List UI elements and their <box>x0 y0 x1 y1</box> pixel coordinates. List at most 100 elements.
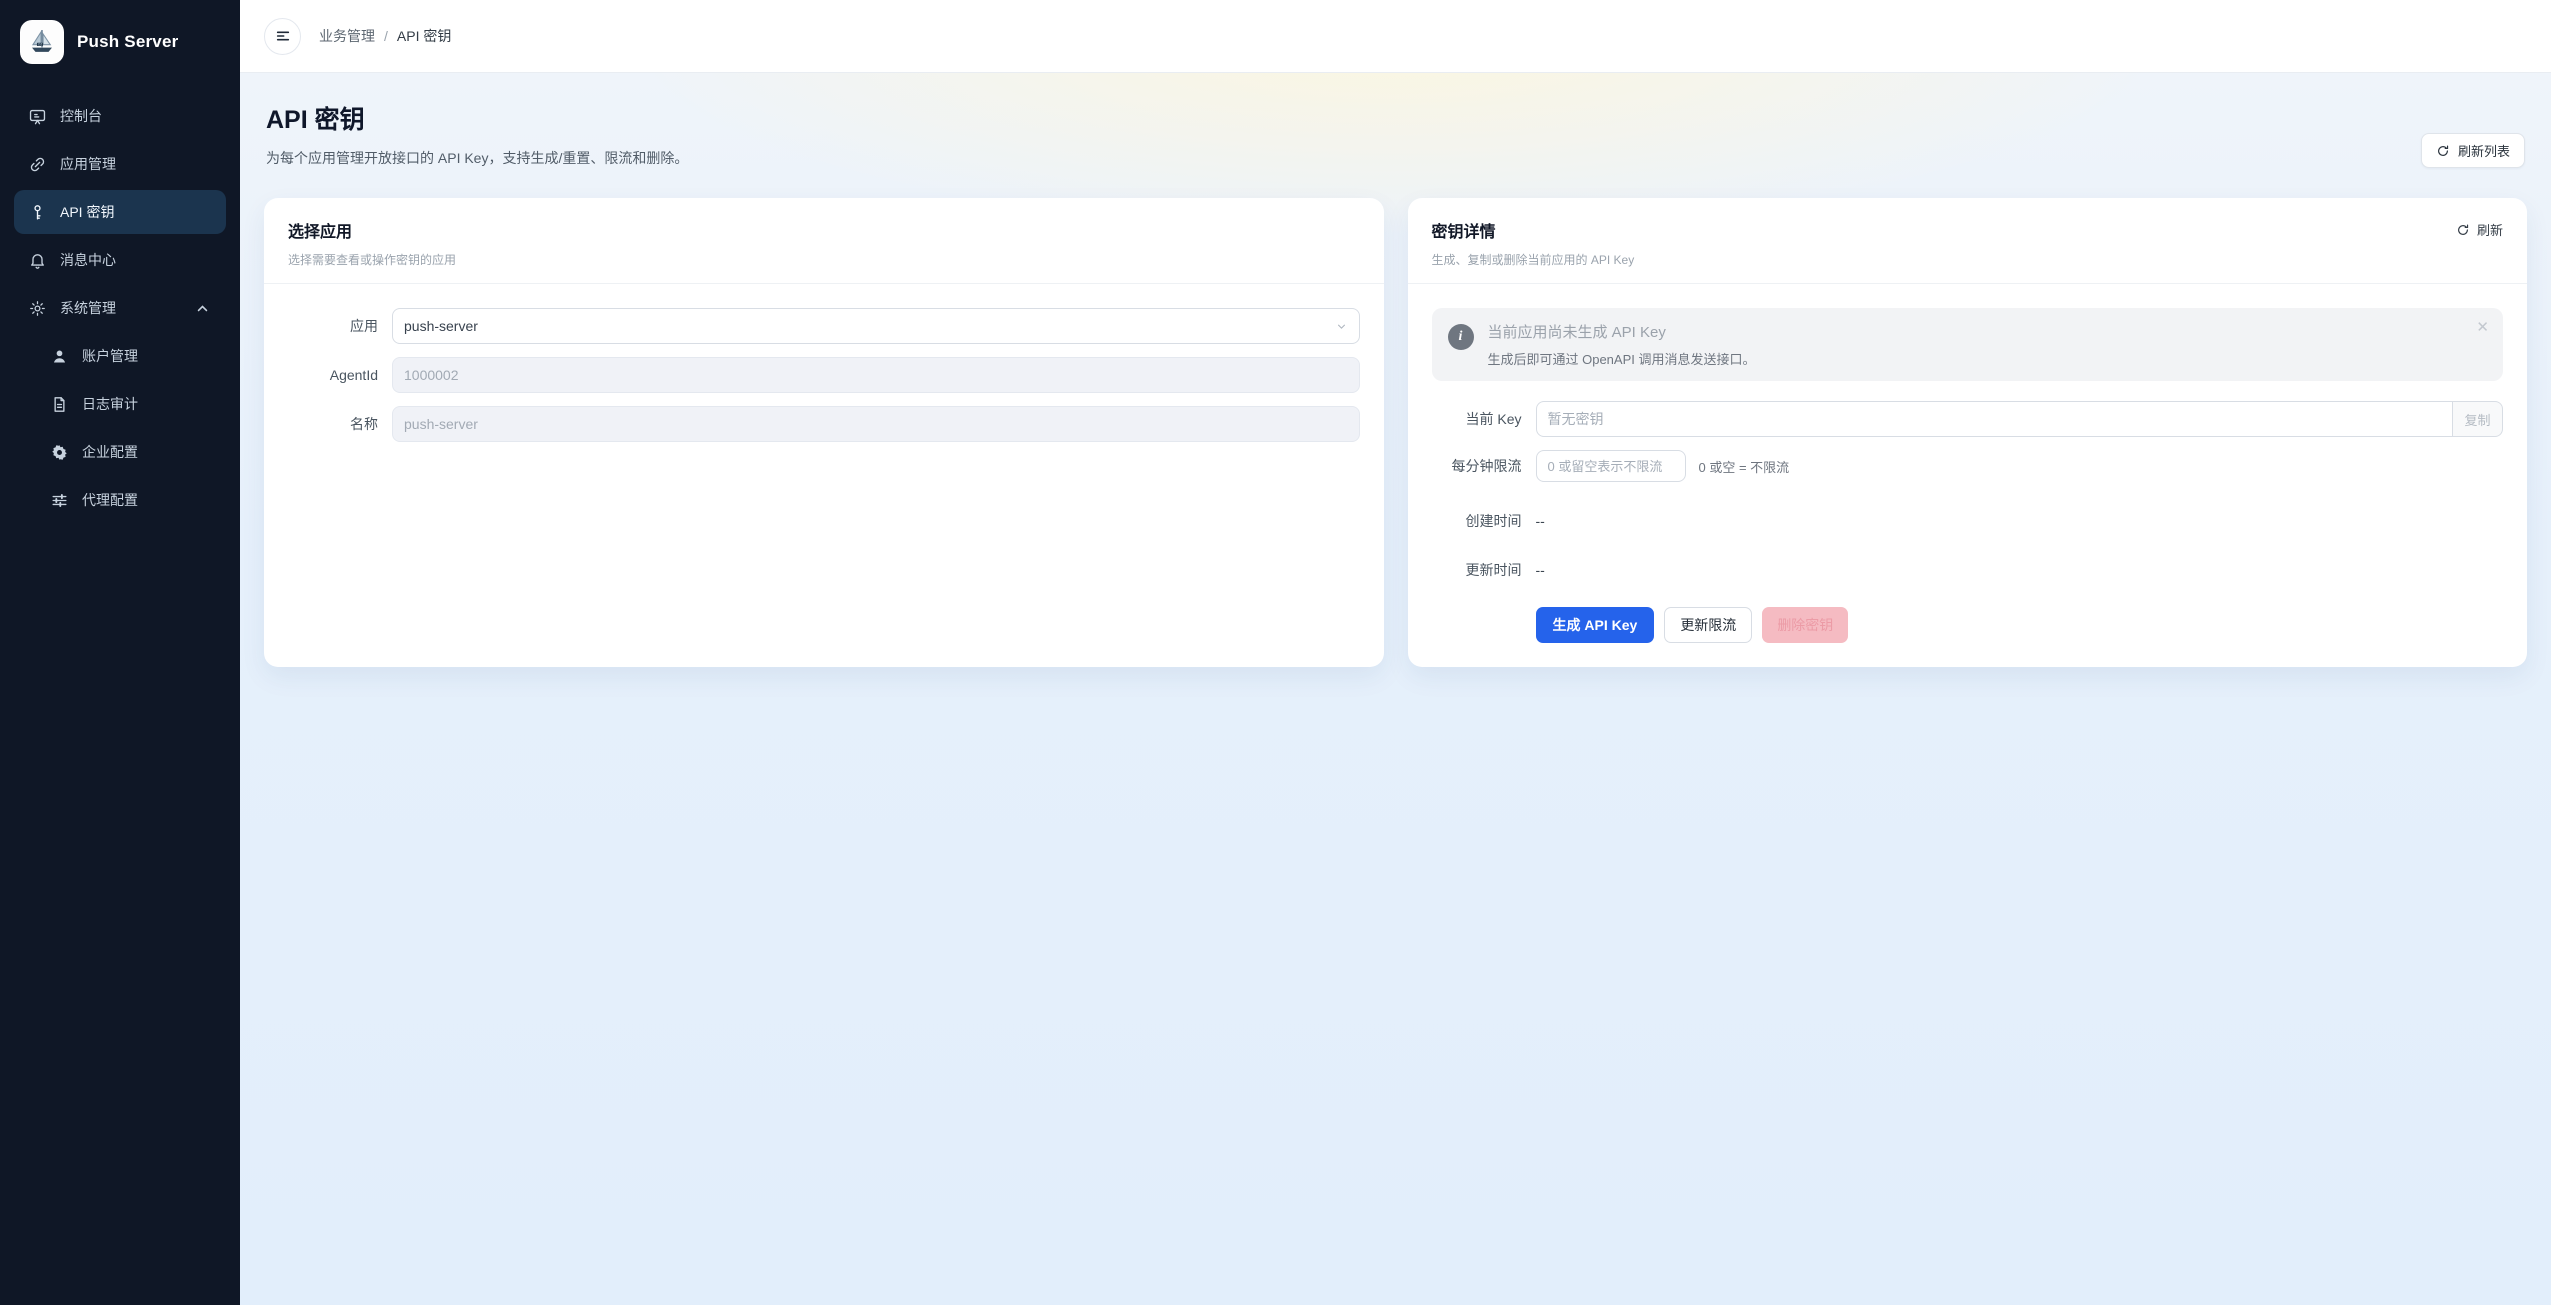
created-time-label: 创建时间 <box>1432 511 1536 531</box>
app-name-field <box>392 406 1360 442</box>
generate-api-key-button[interactable]: 生成 API Key <box>1536 607 1655 643</box>
sliders-icon <box>50 491 69 510</box>
sidebar: OZ Push Server 控制台 <box>0 0 240 1305</box>
rate-limit-field[interactable] <box>1536 450 1686 482</box>
sidebar-item-label: 控制台 <box>60 106 102 126</box>
update-rate-limit-button[interactable]: 更新限流 <box>1664 607 1752 643</box>
app-select[interactable]: push-server <box>392 308 1360 344</box>
card-title: 选择应用 <box>288 218 456 242</box>
bell-icon <box>28 251 47 270</box>
page-title: API 密钥 <box>266 100 688 136</box>
link-icon <box>28 155 47 174</box>
sidebar-item-proxy-config[interactable]: 代理配置 <box>14 478 226 522</box>
agent-id-row: AgentId <box>288 357 1360 393</box>
document-icon <box>50 395 69 414</box>
info-icon: i <box>1448 324 1474 350</box>
current-key-label: 当前 Key <box>1432 409 1536 429</box>
sidebar-item-label: 日志审计 <box>82 394 138 414</box>
gear-solid-icon <box>50 443 69 462</box>
app-logo: OZ Push Server <box>14 18 226 94</box>
page-content: API 密钥 为每个应用管理开放接口的 API Key，支持生成/重置、限流和删… <box>240 73 2551 1305</box>
sidebar-item-label: 账户管理 <box>82 346 138 366</box>
sidebar-item-accounts[interactable]: 账户管理 <box>14 334 226 378</box>
breadcrumb-parent[interactable]: 业务管理 <box>319 26 375 46</box>
page-header: API 密钥 为每个应用管理开放接口的 API Key，支持生成/重置、限流和删… <box>264 100 2527 168</box>
no-key-alert: i 当前应用尚未生成 API Key 生成后即可通过 OpenAPI 调用消息发… <box>1432 308 2504 381</box>
close-icon[interactable]: ✕ <box>2476 320 2489 335</box>
app-name-row: 名称 <box>288 406 1360 442</box>
app-select-row: 应用 push-server <box>288 308 1360 344</box>
refresh-icon <box>2436 144 2450 158</box>
gear-icon <box>28 299 47 318</box>
select-app-card-header: 选择应用 选择需要查看或操作密钥的应用 <box>264 198 1384 284</box>
sidebar-toggle-button[interactable] <box>264 18 301 55</box>
sidebar-item-apps[interactable]: 应用管理 <box>14 142 226 186</box>
current-key-row: 当前 Key 复制 <box>1432 401 2504 437</box>
key-detail-card: 密钥详情 生成、复制或删除当前应用的 API Key 刷新 i <box>1408 198 2528 667</box>
svg-text:OZ: OZ <box>38 42 42 46</box>
sidebar-item-label: 代理配置 <box>82 490 138 510</box>
app-select-value: push-server <box>404 318 478 334</box>
page-subtitle: 为每个应用管理开放接口的 API Key，支持生成/重置、限流和删除。 <box>266 148 688 168</box>
app-select-label: 应用 <box>288 316 392 336</box>
current-key-field[interactable] <box>1536 401 2454 437</box>
updated-time-row: 更新时间 -- <box>1432 560 2504 580</box>
updated-time-value: -- <box>1536 562 1545 578</box>
key-detail-card-header: 密钥详情 生成、复制或删除当前应用的 API Key 刷新 <box>1408 198 2528 284</box>
sidebar-item-label: 应用管理 <box>60 154 116 174</box>
agent-id-field <box>392 357 1360 393</box>
sidebar-item-label: 企业配置 <box>82 442 138 462</box>
refresh-key-label: 刷新 <box>2477 220 2503 239</box>
breadcrumb-separator: / <box>384 28 388 44</box>
alert-description: 生成后即可通过 OpenAPI 调用消息发送接口。 <box>1488 349 1756 368</box>
select-app-card-titles: 选择应用 选择需要查看或操作密钥的应用 <box>288 218 456 268</box>
key-actions-row: 生成 API Key 更新限流 删除密钥 <box>1536 607 2504 643</box>
sidebar-item-system[interactable]: 系统管理 <box>14 286 226 330</box>
sidebar-item-api-keys[interactable]: API 密钥 <box>14 190 226 234</box>
topbar: 业务管理 / API 密钥 <box>240 0 2551 73</box>
sidebar-nav: 控制台 应用管理 <box>14 94 226 526</box>
cards-row: 选择应用 选择需要查看或操作密钥的应用 应用 push-server <box>264 198 2527 667</box>
agent-id-label: AgentId <box>288 367 392 383</box>
sidebar-item-enterprise-config[interactable]: 企业配置 <box>14 430 226 474</box>
created-time-value: -- <box>1536 513 1545 529</box>
select-app-card: 选择应用 选择需要查看或操作密钥的应用 应用 push-server <box>264 198 1384 667</box>
alert-text: 当前应用尚未生成 API Key 生成后即可通过 OpenAPI 调用消息发送接… <box>1488 321 1756 368</box>
user-icon <box>50 347 69 366</box>
refresh-list-button[interactable]: 刷新列表 <box>2421 133 2525 168</box>
rate-limit-label: 每分钟限流 <box>1432 456 1536 476</box>
delete-key-button[interactable]: 删除密钥 <box>1762 607 1848 643</box>
sailboat-logo-icon: OZ <box>20 20 64 64</box>
breadcrumb: 业务管理 / API 密钥 <box>319 26 451 46</box>
sidebar-item-messages[interactable]: 消息中心 <box>14 238 226 282</box>
card-subtitle: 生成、复制或删除当前应用的 API Key <box>1432 251 1635 268</box>
chevron-up-icon <box>193 299 212 318</box>
sidebar-item-console[interactable]: 控制台 <box>14 94 226 138</box>
refresh-key-button[interactable]: 刷新 <box>2456 218 2503 241</box>
card-title: 密钥详情 <box>1432 218 1635 242</box>
alert-title: 当前应用尚未生成 API Key <box>1488 321 1756 342</box>
chevron-down-icon <box>1335 320 1348 333</box>
app-title: Push Server <box>77 32 178 52</box>
card-subtitle: 选择需要查看或操作密钥的应用 <box>288 251 456 268</box>
refresh-icon <box>2456 223 2470 237</box>
page-header-text: API 密钥 为每个应用管理开放接口的 API Key，支持生成/重置、限流和删… <box>266 100 688 168</box>
app-root: OZ Push Server 控制台 <box>0 0 2551 1305</box>
breadcrumb-current: API 密钥 <box>397 26 451 46</box>
refresh-list-label: 刷新列表 <box>2458 141 2510 160</box>
sidebar-item-label: 消息中心 <box>60 250 116 270</box>
sidebar-item-label: 系统管理 <box>60 298 116 318</box>
sidebar-item-audit-log[interactable]: 日志审计 <box>14 382 226 426</box>
rate-limit-hint: 0 或空 = 不限流 <box>1699 457 1790 476</box>
main-area: 业务管理 / API 密钥 API 密钥 为每个应用管理开放接口的 API Ke… <box>240 0 2551 1305</box>
sidebar-item-label: API 密钥 <box>60 202 114 222</box>
key-icon <box>28 203 47 222</box>
current-key-group: 复制 <box>1536 401 2504 437</box>
rate-limit-row: 每分钟限流 0 或空 = 不限流 <box>1432 450 2504 482</box>
select-app-card-body: 应用 push-server AgentId <box>264 284 1384 479</box>
console-icon <box>28 107 47 126</box>
key-detail-card-titles: 密钥详情 生成、复制或删除当前应用的 API Key <box>1432 218 1635 268</box>
key-detail-card-body: i 当前应用尚未生成 API Key 生成后即可通过 OpenAPI 调用消息发… <box>1408 284 2528 667</box>
created-time-row: 创建时间 -- <box>1432 511 2504 531</box>
copy-key-button[interactable]: 复制 <box>2453 401 2503 437</box>
